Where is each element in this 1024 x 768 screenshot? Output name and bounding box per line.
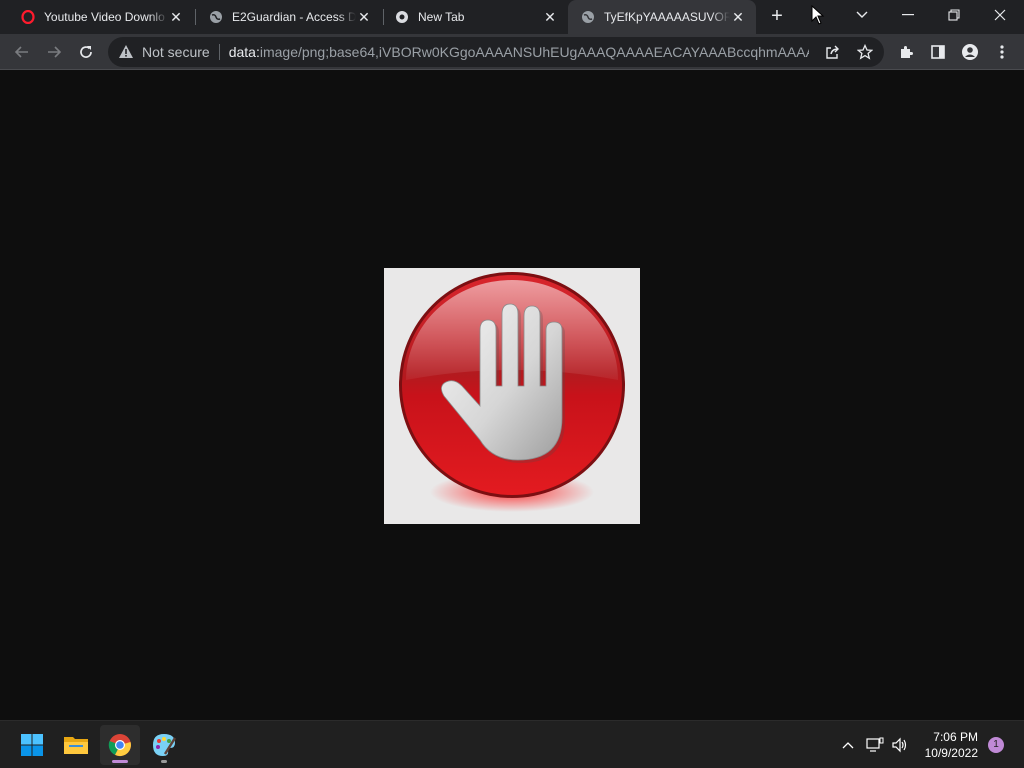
tab-strip: Youtube Video Downlo ✕ E2Guardian - Acce… <box>0 0 1024 34</box>
close-icon[interactable]: ✕ <box>356 9 372 25</box>
globe-icon <box>208 9 224 25</box>
profile-avatar-icon[interactable] <box>956 38 984 66</box>
new-tab-button[interactable]: + <box>766 6 788 28</box>
reload-button[interactable] <box>72 38 100 66</box>
tab-title: Youtube Video Downlo <box>44 10 165 24</box>
forward-button[interactable] <box>40 38 68 66</box>
divider <box>218 44 220 60</box>
page-content <box>0 71 1024 720</box>
tab-youtube-downloader[interactable]: Youtube Video Downlo ✕ <box>8 2 194 32</box>
close-icon[interactable]: ✕ <box>168 9 184 25</box>
clock-time: 7:06 PM <box>933 730 978 744</box>
clock-date: 10/9/2022 <box>924 746 978 760</box>
url-text[interactable]: data:image/png;base64,iVBORw0KGgoAAAANSU… <box>229 44 809 60</box>
opera-icon <box>20 9 36 25</box>
address-bar[interactable]: Not secure data:image/png;base64,iVBORw0… <box>108 37 884 67</box>
extensions-puzzle-icon[interactable] <box>892 38 920 66</box>
close-icon[interactable]: ✕ <box>730 9 746 25</box>
file-explorer-button[interactable] <box>56 725 96 765</box>
tab-new-tab[interactable]: New Tab ✕ <box>382 2 568 32</box>
globe-icon <box>580 9 596 25</box>
restore-button[interactable] <box>932 0 976 30</box>
chevron-up-icon[interactable] <box>838 735 858 755</box>
share-icon[interactable] <box>822 41 844 63</box>
chrome-icon <box>108 734 131 757</box>
minimize-button[interactable] <box>886 0 930 30</box>
security-label[interactable]: Not secure <box>142 44 210 60</box>
notification-badge[interactable]: 1 <box>988 737 1004 753</box>
active-indicator <box>112 760 128 763</box>
paint-icon <box>153 734 177 756</box>
start-icon <box>21 734 43 756</box>
chrome-icon <box>394 9 410 25</box>
stop-hand-icon <box>399 272 625 512</box>
url-rest: image/png;base64,iVBORw0KGgoAAAANSUhEUgA… <box>259 44 809 60</box>
back-button[interactable] <box>8 38 36 66</box>
system-clock[interactable]: 7:06 PM 10/9/2022 <box>925 729 978 761</box>
warning-icon[interactable] <box>118 44 134 60</box>
mouse-cursor-icon <box>796 0 840 30</box>
tab-title: TyEfKpYAAAAASUVORK <box>604 10 730 24</box>
tab-title: New Tab <box>418 10 465 24</box>
tab-title: E2Guardian - Access De <box>232 10 356 24</box>
side-panel-icon[interactable] <box>924 38 952 66</box>
close-icon[interactable]: ✕ <box>542 9 558 25</box>
volume-icon[interactable] <box>890 735 910 755</box>
bookmark-star-icon[interactable] <box>854 41 876 63</box>
browser-toolbar: Not secure data:image/png;base64,iVBORw0… <box>0 34 1024 70</box>
taskbar: 7:06 PM 10/9/2022 1 <box>0 720 1024 768</box>
tab-e2guardian[interactable]: E2Guardian - Access De ✕ <box>196 2 382 32</box>
close-window-button[interactable] <box>978 0 1022 30</box>
tab-search-icon[interactable] <box>840 0 884 30</box>
running-indicator <box>161 760 167 763</box>
start-button[interactable] <box>12 725 52 765</box>
url-scheme: data: <box>228 44 260 60</box>
tab-active-image[interactable]: TyEfKpYAAAAASUVORK ✕ <box>568 0 756 34</box>
network-icon[interactable] <box>865 735 885 755</box>
paint-button[interactable] <box>144 725 184 765</box>
file-explorer-icon <box>64 737 88 754</box>
stop-hand-image[interactable] <box>384 268 640 524</box>
chrome-taskbar-button[interactable] <box>100 725 140 765</box>
kebab-menu-icon[interactable] <box>988 38 1016 66</box>
